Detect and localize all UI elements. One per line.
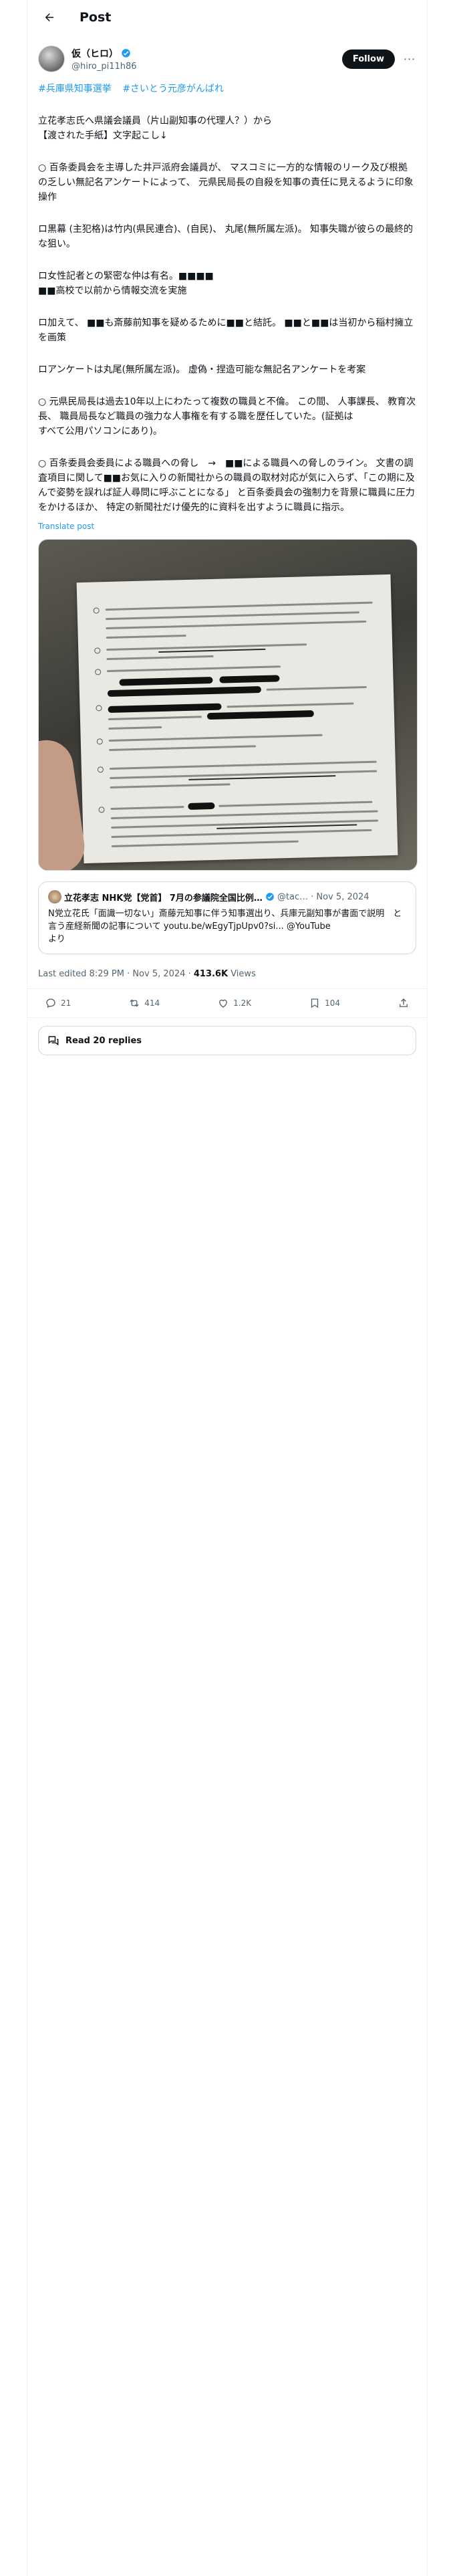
- main-column: Post 仮（ヒロ） @hiro_pi11h86 Follow ··· #兵庫県…: [27, 0, 428, 2576]
- quoted-avatar: [48, 890, 61, 903]
- author-names: 仮（ヒロ） @hiro_pi11h86: [71, 47, 342, 72]
- tweet-body: #兵庫県知事選挙 #さいとう元彦がんばれ 立花孝志氏へ県議会議員（片山副知事の代…: [27, 76, 427, 534]
- follow-button[interactable]: Follow: [341, 49, 395, 69]
- tweet-paragraph: ロアンケートは丸尾(無所属左派)。 虚偽・捏造可能な無記名アンケートを考案: [38, 364, 366, 375]
- repost-icon: [130, 999, 139, 1007]
- reply-button[interactable]: 21: [45, 997, 71, 1009]
- like-count: 1.2K: [233, 998, 252, 1008]
- bookmark-button[interactable]: 104: [309, 997, 340, 1009]
- quoted-post-header: 立花孝志 NHK党【党首】 7月の参議院全国比例… @tac… · Nov 5,…: [48, 890, 406, 903]
- verified-badge-icon: [266, 893, 274, 901]
- author-row: 仮（ヒロ） @hiro_pi11h86 Follow ···: [27, 35, 427, 76]
- hand-holding-paper: [39, 736, 88, 870]
- quoted-youtube-link[interactable]: youtu.be/wEgyTjpUpv0?si... @YouTube: [164, 922, 331, 932]
- tweet-paragraph: 立花孝志氏へ県議会議員（片山副知事の代理人？）から 【渡された手紙】文字起こし↓: [38, 116, 272, 141]
- reply-count: 21: [61, 998, 71, 1008]
- attached-photo[interactable]: [38, 539, 418, 871]
- more-options-icon[interactable]: ···: [403, 53, 416, 66]
- repost-button[interactable]: 414: [128, 997, 160, 1009]
- action-bar: 21 414 1.2K 104: [27, 989, 427, 1018]
- translate-post-link[interactable]: Translate post: [38, 519, 416, 534]
- display-name-row: 仮（ヒロ）: [71, 47, 342, 60]
- quoted-text: N党立花氏「面識一切ない」斎藤元知事に伴う知事選出り、兵庫元副知事が書面で説明 …: [48, 907, 406, 946]
- verified-badge-icon: [122, 49, 130, 58]
- bookmark-icon: [311, 998, 319, 1008]
- heart-icon: [219, 999, 228, 1008]
- reply-icon: [46, 998, 55, 1008]
- tweet-paragraph: ロ女性記者との緊密な仲は有名。■■■■ ■■高校で以前から情報交流を実施: [38, 271, 214, 296]
- repost-count: 414: [144, 998, 160, 1008]
- quoted-handle: @tac…: [277, 891, 309, 902]
- tweet-paragraph: ロ黒幕 (主犯格)は竹内(県民連合)、(自民)、 丸尾(無所属左派)。 知事失職…: [38, 224, 414, 249]
- back-button[interactable]: [38, 6, 61, 29]
- quoted-display-name: 立花孝志 NHK党【党首】 7月の参議院全国比例…: [64, 893, 263, 903]
- post-header: Post: [27, 0, 427, 35]
- page-title: Post: [80, 10, 112, 25]
- quoted-text-end: より: [48, 934, 65, 944]
- views-count: 413.6K: [193, 969, 229, 979]
- share-icon: [400, 998, 408, 1007]
- post-meta: Last edited 8:29 PM · Nov 5, 2024 · 413.…: [27, 954, 427, 989]
- avatar[interactable]: [38, 45, 65, 72]
- tweet-paragraph: ○ 元県民局長は過去10年以上にわたって複数の職員と不倫。 この間、 人事課長、…: [38, 397, 416, 437]
- read-replies-label: Read 20 replies: [65, 1035, 142, 1046]
- edited-timestamp[interactable]: Last edited 8:29 PM · Nov 5, 2024 ·: [38, 969, 194, 979]
- quoted-date: · Nov 5, 2024: [311, 891, 369, 902]
- arrow-left-icon: [45, 13, 53, 21]
- tweet-paragraph: ○ 百条委員会を主導した井戸派府会議員が、 マスコミに一方的な情報のリーク及び根…: [38, 163, 414, 203]
- hashtags: #兵庫県知事選挙 #さいとう元彦がんばれ: [38, 82, 416, 96]
- quoted-post[interactable]: 立花孝志 NHK党【党首】 7月の参議院全国比例… @tac… · Nov 5,…: [38, 881, 416, 954]
- hashtag-link[interactable]: #さいとう元彦がんばれ: [122, 84, 224, 94]
- hashtag-link[interactable]: #兵庫県知事選挙: [38, 84, 112, 94]
- author-handle[interactable]: @hiro_pi11h86: [71, 62, 342, 72]
- share-button[interactable]: [398, 997, 410, 1009]
- read-replies-button[interactable]: Read 20 replies: [38, 1026, 416, 1055]
- chat-bubbles-icon: [48, 1036, 59, 1046]
- display-name[interactable]: 仮（ヒロ）: [71, 47, 118, 60]
- tweet-paragraph: ○ 百条委員会委員による職員への脅し → ■■による職員への脅しのライン。 文書…: [38, 458, 415, 513]
- views-label: Views: [228, 969, 256, 979]
- like-button[interactable]: 1.2K: [217, 997, 251, 1009]
- tweet-paragraph: ロ加えて、 ■■も斎藤前知事を疑めるために■■と結託。 ■■と■■は当初から稲村…: [38, 318, 414, 343]
- bookmark-count: 104: [325, 998, 340, 1008]
- letter-paper: [76, 574, 398, 864]
